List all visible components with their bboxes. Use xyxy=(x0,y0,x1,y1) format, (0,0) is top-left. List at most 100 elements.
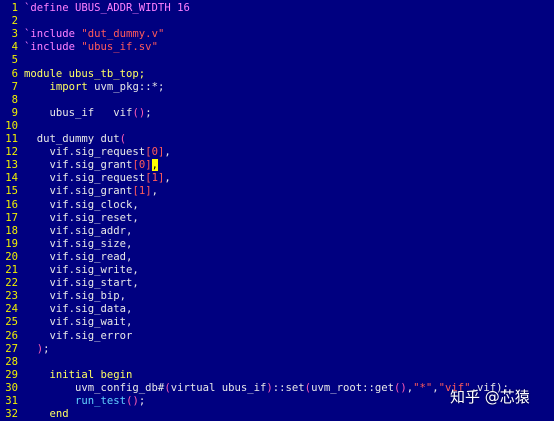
code-editor[interactable]: 1 `define UBUS_ADDR_WIDTH 16 2 3 `include "d… xyxy=(0,0,554,421)
code-token: ubus_if vif xyxy=(24,106,133,119)
line-code: vif.sig_write, xyxy=(18,264,139,277)
line-number: 29 xyxy=(5,368,18,381)
text-cursor: , xyxy=(151,159,158,172)
line-number: 8 xyxy=(11,93,18,106)
code-line[interactable]: 28 xyxy=(0,356,24,369)
code-token: vif.sig_addr, xyxy=(24,224,133,237)
line-code: vif.sig_reset, xyxy=(18,212,139,225)
code-line[interactable]: 20 vif.sig_read, xyxy=(0,251,132,264)
code-line[interactable]: 30 uvm_config_db#(virtual ubus_if)::set(… xyxy=(0,382,509,395)
code-line[interactable]: 11 dut_dummy dut( xyxy=(0,133,126,146)
line-number: 10 xyxy=(5,119,18,132)
code-line[interactable]: 25 vif.sig_wait, xyxy=(0,316,132,329)
code-line[interactable]: 13 vif.sig_grant[0], xyxy=(0,159,158,172)
line-number: 18 xyxy=(5,224,18,237)
line-number: 21 xyxy=(5,264,18,276)
code-token: uvm_pkg::*; xyxy=(87,80,165,93)
line-code: vif.sig_data, xyxy=(18,303,133,316)
code-line[interactable]: 7 import uvm_pkg::*; xyxy=(0,80,165,94)
code-token: , xyxy=(164,172,171,185)
code-token: vif.sig_request xyxy=(24,172,146,185)
code-line[interactable]: 5 xyxy=(0,54,24,67)
line-number: 28 xyxy=(5,355,18,368)
line-number: 11 xyxy=(5,133,18,145)
code-line[interactable]: 16 vif.sig_clock, xyxy=(0,199,139,212)
code-line[interactable]: 17 vif.sig_reset, xyxy=(0,212,139,225)
code-line[interactable]: 1 `define UBUS_ADDR_WIDTH 16 xyxy=(0,2,190,15)
line-code: vif.sig_read, xyxy=(18,250,133,264)
code-line[interactable]: 21 vif.sig_write, xyxy=(0,264,139,277)
line-code: vif.sig_grant[0], xyxy=(18,159,158,172)
code-line[interactable]: 6 module ubus_tb_top; xyxy=(0,67,146,81)
code-line[interactable]: 23 vif.sig_bip, xyxy=(0,290,126,303)
line-code: dut_dummy dut( xyxy=(18,133,126,146)
code-token: "dut_dummy.v" xyxy=(81,28,165,41)
line-number: 19 xyxy=(5,237,18,250)
code-token: vif.sig_bip, xyxy=(24,290,127,303)
code-token: uvm_root::get xyxy=(311,381,394,394)
line-code: vif.sig_grant[1], xyxy=(18,185,158,198)
line-number: 30 xyxy=(5,381,18,394)
line-number: 24 xyxy=(5,303,18,316)
code-token: ; xyxy=(43,342,50,355)
code-token: vif.sig_reset, xyxy=(24,211,139,224)
code-token: dut_dummy dut xyxy=(24,133,120,145)
line-number: 13 xyxy=(5,159,18,172)
code-token: virtual ubus_if xyxy=(170,381,267,394)
code-line[interactable]: 26 vif.sig_error xyxy=(0,330,132,343)
code-token: () xyxy=(393,381,407,394)
line-code: vif.sig_request[0], xyxy=(18,146,171,159)
code-token: end xyxy=(49,408,69,421)
line-number: 5 xyxy=(11,54,18,67)
line-number: 25 xyxy=(5,316,18,329)
code-token: vif.sig_data, xyxy=(24,303,133,316)
code-line[interactable]: 12 vif.sig_request[0], xyxy=(0,146,171,159)
code-line[interactable]: 3 `include "dut_dummy.v" xyxy=(0,28,165,41)
code-token: () xyxy=(132,106,146,119)
line-number: 23 xyxy=(5,290,18,303)
code-line[interactable]: 24 vif.sig_data, xyxy=(0,303,132,316)
line-code: uvm_config_db#(virtual ubus_if)::set(uvm… xyxy=(18,382,509,395)
line-code: end xyxy=(18,408,69,421)
code-line[interactable]: 29 initial begin xyxy=(0,369,132,382)
line-code: initial begin xyxy=(18,369,133,382)
code-line[interactable]: 8 xyxy=(0,94,24,107)
code-line[interactable]: 27 ); xyxy=(0,342,50,356)
code-line[interactable]: 10 xyxy=(0,120,24,133)
code-line[interactable]: 14 vif.sig_request[1], xyxy=(0,172,171,185)
line-number: 6 xyxy=(11,67,18,80)
line-code: ); xyxy=(18,343,50,356)
line-number: 26 xyxy=(5,329,18,342)
code-token: vif.sig_grant xyxy=(24,159,133,172)
code-line[interactable]: 32 end xyxy=(0,408,69,421)
line-code: vif.sig_bip, xyxy=(18,290,127,303)
code-token: [0] xyxy=(145,146,165,159)
code-token: vif.sig_grant xyxy=(24,185,133,198)
code-token: "*" xyxy=(413,381,433,394)
line-number: 3 xyxy=(11,28,18,41)
line-code: import uvm_pkg::*; xyxy=(18,80,165,94)
code-line[interactable]: 15 vif.sig_grant[1], xyxy=(0,185,158,198)
code-line[interactable]: 18 vif.sig_addr, xyxy=(0,225,132,238)
code-token: "ubus_if.sv" xyxy=(81,41,158,54)
code-line[interactable]: 31 run_test(); xyxy=(0,395,145,408)
code-token: run_test xyxy=(75,395,127,407)
code-line[interactable]: 2 xyxy=(0,15,24,28)
code-line[interactable]: 4 `include "ubus_if.sv" xyxy=(0,41,158,54)
code-line[interactable]: 22 vif.sig_start, xyxy=(0,277,139,290)
code-line[interactable]: 19 vif.sig_size, xyxy=(0,238,132,251)
code-token: [1] xyxy=(132,185,152,198)
code-token: vif.sig_read, xyxy=(24,250,133,263)
code-token: vif.sig_write, xyxy=(24,264,139,276)
code-line[interactable]: 9 ubus_if vif(); xyxy=(0,107,152,120)
code-token: , xyxy=(164,146,171,159)
code-token: () xyxy=(126,395,139,407)
line-number: 27 xyxy=(5,342,18,355)
code-token: vif.sig_size, xyxy=(24,237,133,250)
line-number: 20 xyxy=(5,250,18,263)
